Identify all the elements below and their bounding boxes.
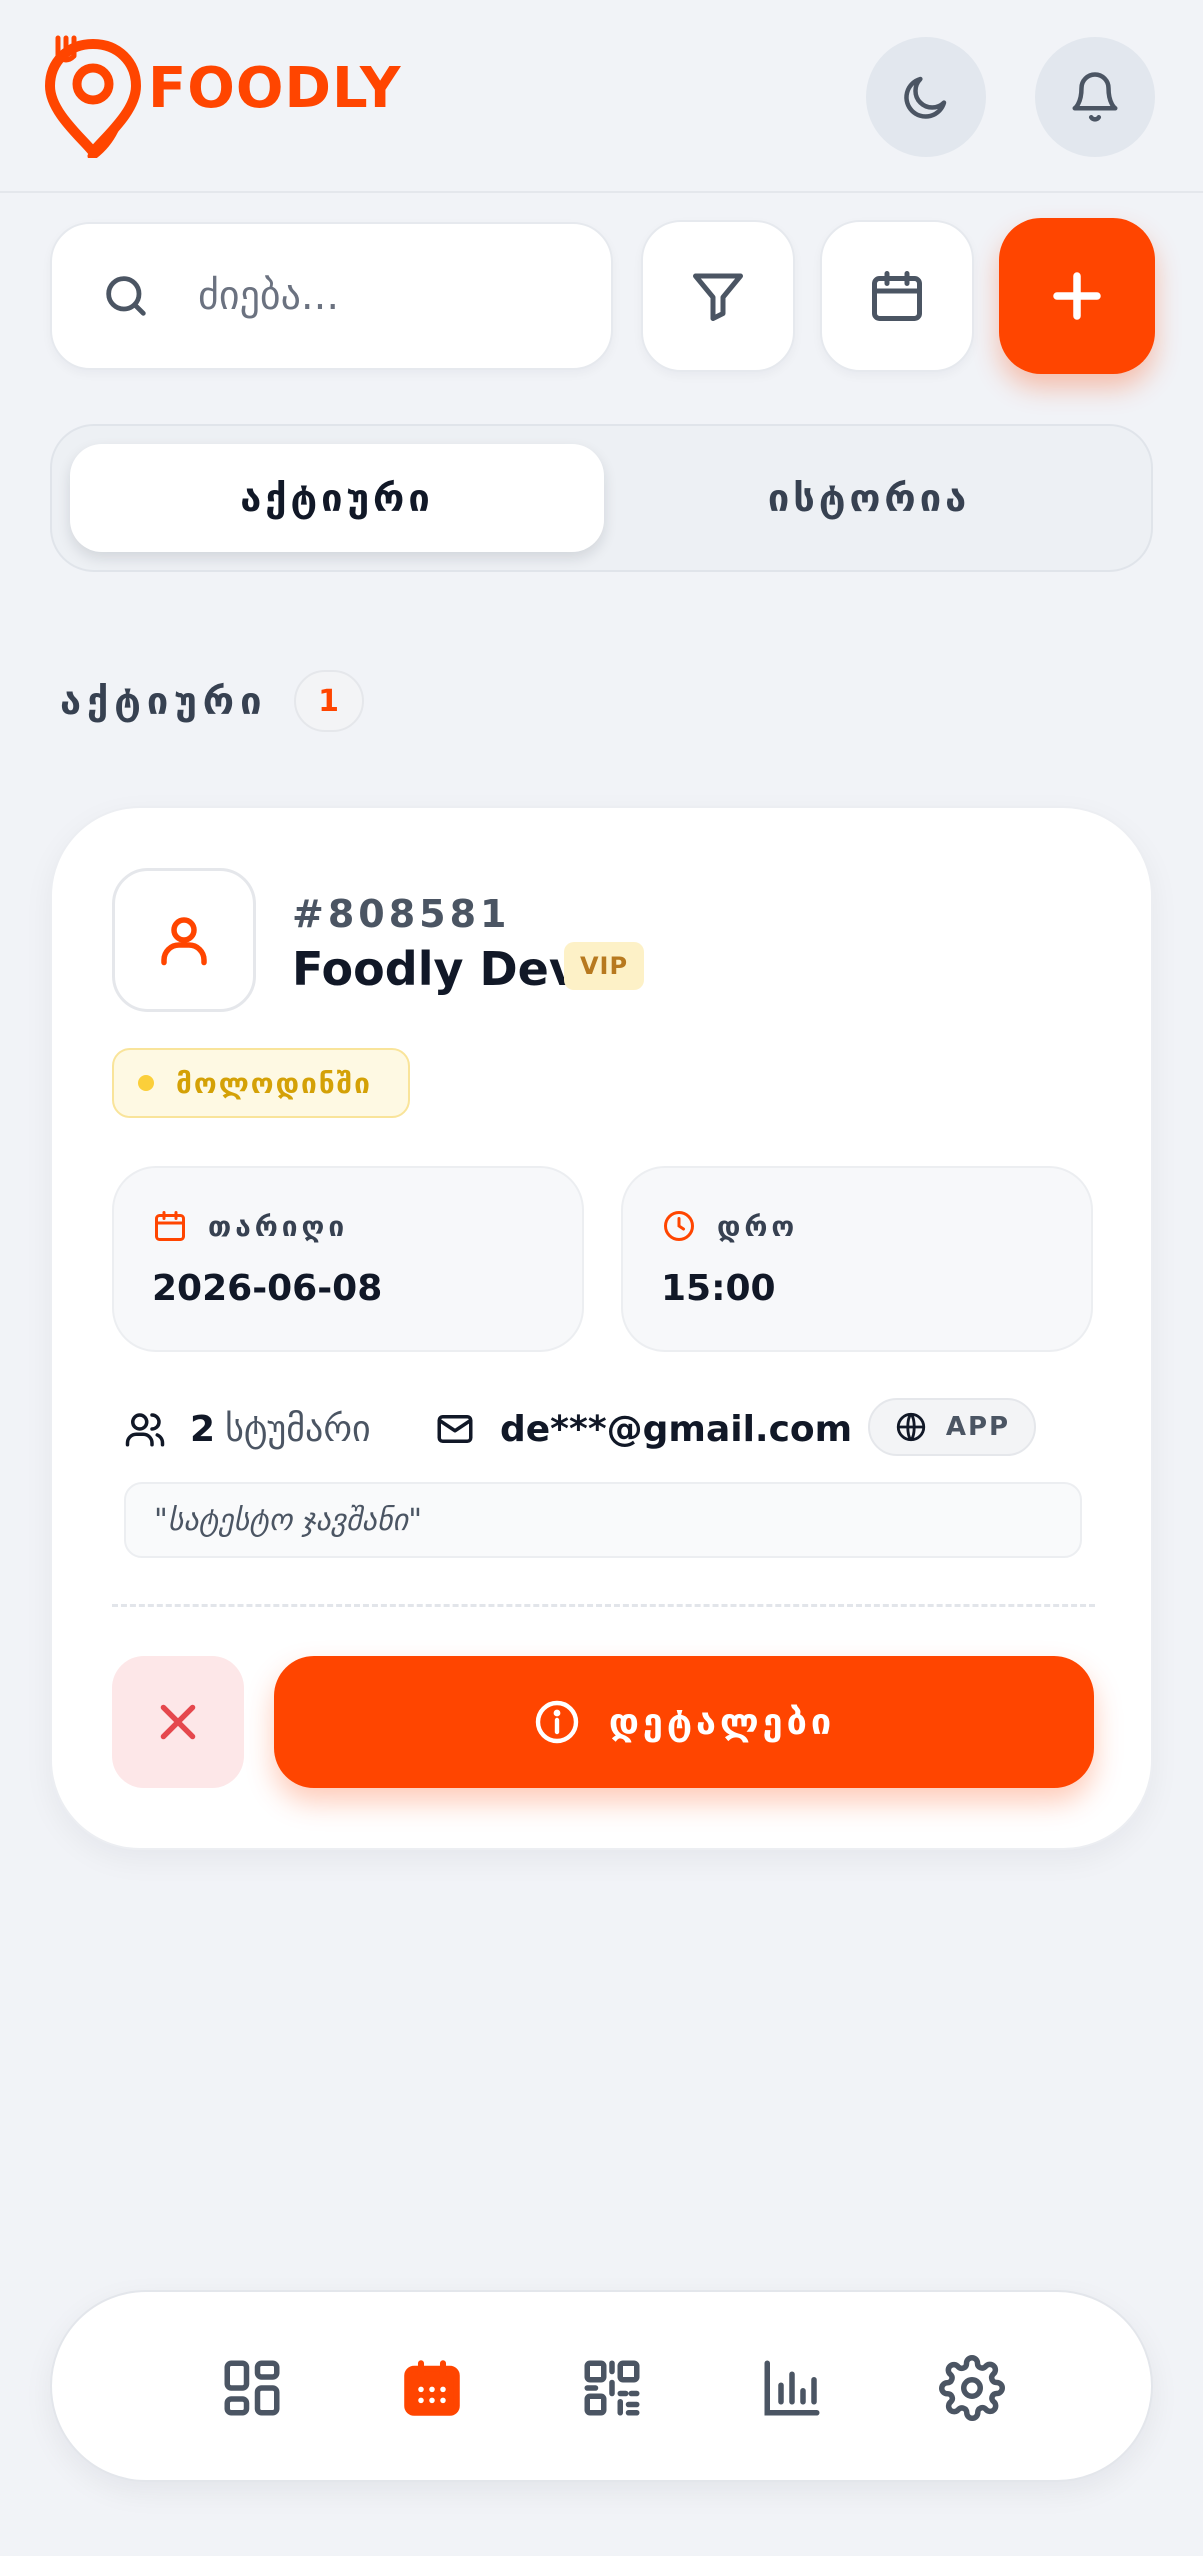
date-info: თარიღი 2026-06-08 bbox=[112, 1166, 584, 1352]
calendar-icon bbox=[404, 2360, 460, 2416]
theme-toggle-button[interactable] bbox=[866, 37, 986, 157]
status-badge: მოლოდინში bbox=[112, 1048, 410, 1118]
reservation-card: #808581 Foodly Dev VIP მოლოდინში თარიღი … bbox=[50, 806, 1153, 1850]
section-title: აქტიური bbox=[60, 679, 268, 723]
reservation-id: #808581 bbox=[292, 892, 511, 936]
calendar-icon bbox=[155, 1211, 185, 1241]
time-info: დრო 15:00 bbox=[621, 1166, 1093, 1352]
bell-icon bbox=[1072, 72, 1118, 122]
add-reservation-button[interactable] bbox=[999, 218, 1155, 374]
nav-analytics[interactable] bbox=[750, 2346, 834, 2430]
source-label: APP bbox=[945, 1412, 1011, 1442]
avatar bbox=[112, 868, 256, 1012]
reservation-tabs: აქტიური ისტორია bbox=[50, 424, 1153, 572]
status-dot bbox=[138, 1075, 154, 1091]
status-label: მოლოდინში bbox=[176, 1066, 372, 1100]
nav-dashboard[interactable] bbox=[210, 2346, 294, 2430]
details-button[interactable]: დეტალები bbox=[274, 1656, 1094, 1788]
calendar-icon bbox=[872, 271, 922, 321]
foodly-logo[interactable]: FOODLY bbox=[44, 34, 401, 158]
guest-name: Foodly Dev bbox=[292, 942, 579, 996]
guest-count: 2 სტუმარი bbox=[124, 1398, 371, 1460]
user-icon bbox=[161, 917, 207, 966]
users-icon bbox=[125, 1413, 165, 1447]
tab-active[interactable]: აქტიური bbox=[70, 444, 604, 552]
date-value: 2026-06-08 bbox=[152, 1268, 383, 1309]
tab-history[interactable]: ისტორია bbox=[602, 444, 1136, 552]
time-label: დრო bbox=[717, 1209, 799, 1243]
search-input[interactable]: ძიება... bbox=[50, 222, 613, 370]
nav-reservations[interactable] bbox=[390, 2346, 474, 2430]
reservation-note: "სატესტო ჯავშანი" bbox=[124, 1482, 1082, 1558]
brand-name: FOODLY bbox=[148, 55, 402, 121]
search-placeholder: ძიება... bbox=[198, 273, 340, 319]
search-icon bbox=[106, 276, 146, 316]
guest-email: de***@gmail.com bbox=[434, 1398, 852, 1460]
settings-gear-icon bbox=[939, 2355, 1005, 2421]
source-badge: APP bbox=[868, 1398, 1036, 1456]
guest-count-label: სტუმარი bbox=[225, 1408, 371, 1450]
clock-icon bbox=[664, 1211, 694, 1241]
nav-settings[interactable] bbox=[930, 2346, 1014, 2430]
nav-qr-scanner[interactable] bbox=[570, 2346, 654, 2430]
dashboard-icon bbox=[224, 2360, 280, 2416]
app-header: FOODLY bbox=[0, 0, 1203, 193]
globe-icon bbox=[896, 1412, 926, 1442]
time-value: 15:00 bbox=[661, 1268, 776, 1309]
filter-button[interactable] bbox=[641, 220, 795, 372]
bottom-navigation bbox=[50, 2290, 1153, 2482]
time-label-row: დრო bbox=[661, 1208, 798, 1244]
mail-icon bbox=[437, 1415, 473, 1443]
filter-icon bbox=[693, 273, 743, 321]
date-label: თარიღი bbox=[208, 1209, 349, 1243]
info-icon bbox=[535, 1700, 579, 1744]
card-divider bbox=[112, 1604, 1095, 1607]
notifications-button[interactable] bbox=[1035, 37, 1155, 157]
vip-badge: VIP bbox=[564, 942, 644, 990]
qr-code-icon bbox=[584, 2360, 640, 2416]
section-heading: აქტიური 1 bbox=[60, 670, 364, 732]
reservation-meta: 2 სტუმარი de***@gmail.com APP bbox=[124, 1398, 1104, 1460]
details-label: დეტალები bbox=[608, 1701, 836, 1743]
plus-icon bbox=[1053, 272, 1101, 320]
guest-count-value: 2 bbox=[190, 1408, 216, 1450]
calendar-filter-button[interactable] bbox=[820, 220, 974, 372]
bar-chart-icon bbox=[764, 2360, 820, 2416]
moon-icon bbox=[904, 76, 947, 119]
close-icon bbox=[160, 1704, 196, 1740]
cancel-reservation-button[interactable] bbox=[112, 1656, 244, 1788]
count-badge: 1 bbox=[293, 670, 364, 732]
email-value: de***@gmail.com bbox=[500, 1408, 853, 1450]
date-label-row: თარიღი bbox=[152, 1208, 348, 1244]
location-pin-logo-icon bbox=[45, 35, 141, 158]
